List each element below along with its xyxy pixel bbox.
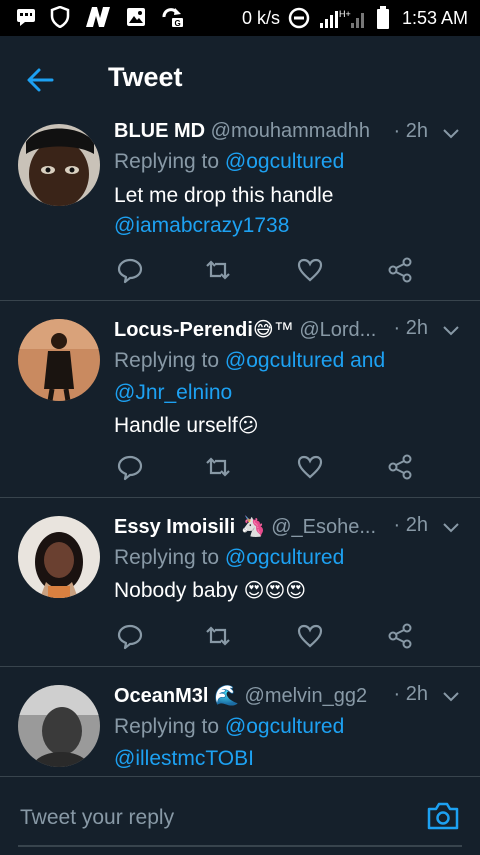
tweet-actions (116, 622, 436, 652)
avatar[interactable] (18, 685, 100, 767)
chevron-down-icon[interactable] (440, 516, 462, 538)
display-name[interactable]: OceanM3l (114, 685, 208, 707)
input-underline (18, 845, 462, 847)
share-icon[interactable] (386, 453, 414, 481)
data-saver-icon (288, 7, 310, 29)
display-name[interactable]: BLUE MD (114, 120, 205, 142)
tweet-item[interactable]: OceanM3l 🌊 @melvin_gg2 · 2h Replying to … (0, 667, 480, 776)
camera-icon (427, 802, 459, 830)
avatar[interactable] (18, 319, 100, 401)
like-icon[interactable] (296, 453, 324, 481)
timestamp: · 2h (389, 514, 428, 537)
message-icon (17, 9, 35, 26)
mention-link[interactable]: @illestmcTOBI (114, 747, 254, 771)
reply-icon[interactable] (116, 256, 144, 284)
chevron-down-icon[interactable] (440, 319, 462, 341)
net-speed: 0 k/s (241, 7, 280, 28)
replying-to: Replying to @ogcultured and (114, 349, 386, 372)
chevron-down-icon[interactable] (440, 685, 462, 707)
mention-link[interactable]: @ogcultured (225, 150, 344, 173)
svg-text:G: G (175, 19, 181, 28)
mention-link[interactable]: @iamabcrazy1738 (114, 214, 289, 238)
timestamp: · 2h (389, 120, 428, 143)
replying-to: Replying to @ogcultured (114, 546, 345, 569)
tweet-actions (116, 453, 436, 483)
reply-icon[interactable] (116, 453, 144, 481)
status-bar-notifications: G (16, 6, 184, 28)
mention-link[interactable]: @ogcultured (225, 715, 344, 738)
mention-link[interactable]: @ogcultured and (225, 349, 385, 372)
display-name[interactable]: Essy Imoisili (114, 516, 235, 538)
timestamp: · 2h (389, 317, 428, 340)
tweet-item[interactable]: BLUE MD @mouhammadhh · 2h Replying to @o… (0, 120, 480, 301)
user-handle[interactable]: @melvin_gg2 (245, 685, 368, 707)
tweet-text: Nobody baby 😍😍😍 (114, 579, 307, 602)
like-icon[interactable] (296, 256, 324, 284)
mention-link[interactable]: @Jnr_elnino (114, 381, 232, 405)
body-emoji: 😕 (237, 415, 259, 437)
back-button[interactable] (22, 62, 58, 98)
body-emoji: 😍😍😍 (243, 580, 307, 602)
like-icon[interactable] (296, 622, 324, 650)
gallery-icon (127, 8, 145, 26)
sync-icon: G (162, 8, 183, 28)
reply-composer (0, 776, 480, 855)
user-handle[interactable]: @Lord... (299, 319, 376, 341)
tweet-actions (116, 256, 436, 286)
retweet-icon[interactable] (204, 622, 232, 650)
replying-to: Replying to @ogcultured (114, 715, 345, 738)
avatar[interactable] (18, 124, 100, 206)
tweet-text: Handle urself😕 (114, 414, 259, 437)
retweet-icon[interactable] (204, 453, 232, 481)
name-emoji: 🌊 (214, 685, 239, 707)
tweet-header: Locus-Perendi😅™ @Lord... · 2h (114, 317, 466, 345)
timestamp: · 2h (389, 683, 428, 706)
status-bar-system: 0 k/s H+ 1:53 AM (242, 6, 468, 30)
arrow-left-icon (27, 68, 54, 92)
user-handle[interactable]: @_Esohe... (271, 516, 376, 538)
share-icon[interactable] (386, 622, 414, 650)
tweet-header: BLUE MD @mouhammadhh · 2h (114, 120, 466, 148)
clock: 1:53 AM (401, 7, 468, 28)
page-title: Tweet (108, 62, 183, 92)
tweet-header: Essy Imoisili 🦄 @_Esohe... · 2h (114, 514, 466, 542)
n-app-icon (86, 7, 110, 27)
signal-icon: H+ (319, 9, 364, 28)
name-emoji: 🦄 (240, 516, 266, 538)
tweet-item[interactable]: Essy Imoisili 🦄 @_Esohe... · 2h Replying… (0, 498, 480, 667)
name-emoji: 😅™ (252, 319, 294, 341)
app-bar: Tweet (0, 36, 480, 120)
avatar[interactable] (18, 516, 100, 598)
display-name[interactable]: Locus-Perendi (114, 319, 253, 341)
network-type: H+ (339, 9, 351, 19)
tweet-header: OceanM3l 🌊 @melvin_gg2 · 2h (114, 683, 466, 711)
battery-icon (376, 6, 389, 29)
share-icon[interactable] (386, 256, 414, 284)
tweet-item[interactable]: Locus-Perendi😅™ @Lord... · 2h Replying t… (0, 301, 480, 498)
shield-icon (50, 6, 70, 28)
reply-feed[interactable]: BLUE MD @mouhammadhh · 2h Replying to @o… (0, 120, 480, 776)
chevron-down-icon[interactable] (440, 122, 462, 144)
reply-icon[interactable] (116, 622, 144, 650)
mention-link[interactable]: @ogcultured (225, 546, 344, 569)
reply-input[interactable] (18, 799, 402, 837)
tweet-text: Let me drop this handle (114, 184, 334, 207)
retweet-icon[interactable] (204, 256, 232, 284)
status-bar: G 0 k/s H+ 1:53 AM (0, 0, 480, 36)
camera-button[interactable] (426, 801, 460, 831)
user-handle[interactable]: @mouhammadhh (211, 120, 370, 142)
replying-to: Replying to @ogcultured (114, 150, 345, 173)
